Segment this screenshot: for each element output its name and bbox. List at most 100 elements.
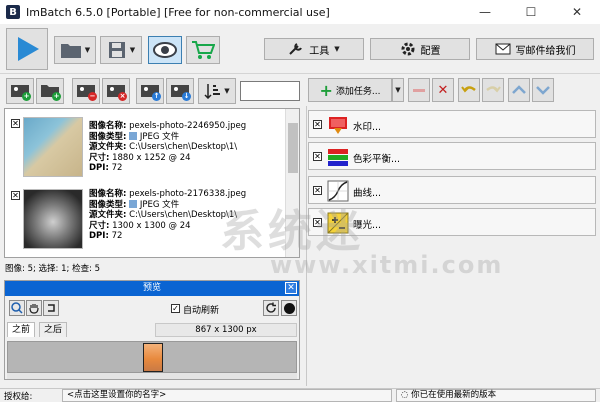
rotate-button[interactable] bbox=[43, 300, 59, 316]
task-label: 曲线... bbox=[353, 188, 382, 199]
task-item-exposure[interactable]: ✕ 曝光... bbox=[308, 208, 596, 236]
version-status: ◌ 你已在使用最新的版本 bbox=[396, 389, 596, 402]
refresh-button[interactable] bbox=[263, 300, 279, 316]
chevron-down-icon: ▼ bbox=[129, 46, 136, 54]
add-task-button[interactable]: + 添加任务... bbox=[308, 78, 392, 102]
sort-button[interactable]: ▼ bbox=[198, 78, 236, 104]
chevron-down-icon: ▼ bbox=[84, 46, 91, 54]
app-logo-icon: B bbox=[6, 5, 20, 19]
tab-before[interactable]: 之前 bbox=[7, 322, 36, 337]
circle-icon bbox=[283, 302, 295, 314]
task-down-button[interactable] bbox=[532, 78, 554, 102]
image-folder: C:\Users\chen\Desktop\1\ bbox=[129, 142, 238, 152]
close-icon: × bbox=[118, 92, 127, 101]
tools-menu-button[interactable]: 工具 ▼ bbox=[264, 38, 364, 60]
add-task-label: 添加任务... bbox=[335, 86, 381, 97]
scrollbar-thumb[interactable] bbox=[288, 123, 298, 173]
auto-refresh-checkbox[interactable]: ✓ bbox=[171, 304, 180, 313]
file-icon bbox=[129, 132, 138, 140]
buy-button[interactable] bbox=[186, 36, 220, 64]
redo-icon bbox=[486, 86, 501, 93]
task-checkbox[interactable]: ✕ bbox=[313, 120, 322, 129]
pan-button[interactable] bbox=[26, 300, 42, 316]
remove-task-button[interactable] bbox=[408, 78, 430, 102]
update-icon: ◌ bbox=[401, 390, 409, 400]
image-thumbnail bbox=[23, 117, 83, 177]
task-checkbox[interactable]: ✕ bbox=[313, 218, 322, 227]
add-folder-button[interactable]: + bbox=[36, 78, 64, 104]
title-bar: B ImBatch 6.5.0 [Portable] [Free for non… bbox=[0, 0, 600, 24]
maximize-button[interactable]: ☐ bbox=[508, 0, 554, 24]
list-item[interactable]: ✕ 图像名称: pexels-photo-2176338.jpeg 图像类型: … bbox=[5, 185, 285, 253]
tab-after[interactable]: 之后 bbox=[39, 322, 68, 337]
chevron-down-icon bbox=[536, 86, 550, 95]
list-item[interactable]: ✕ 图像名称: pexels-photo-2246950.jpeg 图像类型: … bbox=[5, 113, 285, 181]
arrow-up-icon: ↑ bbox=[152, 92, 161, 101]
task-item-curves[interactable]: ✕ 曲线... bbox=[308, 176, 596, 204]
image-checkbox[interactable]: ✕ bbox=[11, 119, 20, 128]
exposure-icon bbox=[327, 212, 349, 234]
config-button[interactable]: 配置 bbox=[370, 38, 470, 60]
add-task-dropdown[interactable]: ▼ bbox=[392, 78, 404, 102]
image-type: JPEG 文件 bbox=[139, 131, 180, 142]
task-label: 色彩平衡... bbox=[353, 154, 401, 165]
delete-task-button[interactable]: ✕ bbox=[432, 78, 454, 102]
rotate-icon bbox=[48, 304, 55, 312]
shopping-cart-icon bbox=[192, 41, 215, 59]
image-checkbox[interactable]: ✕ bbox=[11, 191, 20, 200]
task-label: 水印... bbox=[353, 122, 382, 133]
minimize-button[interactable]: — bbox=[462, 0, 508, 24]
chevron-down-icon: ▼ bbox=[395, 86, 401, 94]
task-checkbox[interactable]: ✕ bbox=[313, 152, 322, 161]
preview-canvas[interactable] bbox=[7, 341, 297, 373]
remove-image-button[interactable]: − bbox=[72, 78, 100, 104]
status-bar: 授权给: <点击这里设置你的名字> ◌ 你已在使用最新的版本 bbox=[0, 388, 600, 402]
curves-icon bbox=[327, 180, 349, 202]
redo-button[interactable] bbox=[482, 78, 504, 102]
task-item-watermark[interactable]: ✕ 水印... bbox=[308, 110, 596, 138]
preview-close-button[interactable]: ✕ bbox=[285, 282, 297, 294]
save-button[interactable]: ▼ bbox=[100, 36, 142, 64]
undo-icon bbox=[461, 86, 476, 93]
run-button[interactable] bbox=[6, 28, 48, 70]
image-folder: C:\Users\chen\Desktop\1\ bbox=[129, 210, 238, 220]
image-name: pexels-photo-2246950.jpeg bbox=[129, 121, 247, 131]
license-name-field[interactable]: <点击这里设置你的名字> bbox=[62, 389, 392, 402]
preview-toggle-button[interactable] bbox=[148, 36, 182, 64]
folder-icon bbox=[60, 44, 81, 58]
close-button[interactable]: ✕ bbox=[554, 0, 600, 24]
preview-title: 预览 bbox=[142, 283, 161, 293]
wrench-icon bbox=[289, 43, 303, 55]
zoom-icon bbox=[11, 302, 23, 314]
zoom-button[interactable] bbox=[9, 300, 25, 316]
image-size: 1880 x 1252 @ 24 bbox=[112, 152, 191, 163]
refresh-icon bbox=[266, 302, 276, 313]
task-checkbox[interactable]: ✕ bbox=[313, 186, 322, 195]
image-list[interactable]: ✕ 图像名称: pexels-photo-2246950.jpeg 图像类型: … bbox=[4, 108, 300, 258]
file-icon bbox=[129, 200, 138, 208]
email-us-button[interactable]: 写邮件给我们 bbox=[476, 38, 594, 60]
clear-images-button[interactable]: × bbox=[102, 78, 130, 104]
move-up-button[interactable]: ↑ bbox=[136, 78, 164, 104]
color-balance-icon bbox=[328, 149, 348, 166]
image-name: pexels-photo-2176338.jpeg bbox=[129, 189, 247, 199]
minus-icon: − bbox=[88, 92, 97, 101]
preview-scrollbar[interactable] bbox=[7, 373, 297, 379]
move-down-button[interactable]: ↓ bbox=[166, 78, 194, 104]
image-type: JPEG 文件 bbox=[139, 199, 180, 210]
task-item-color-balance[interactable]: ✕ 色彩平衡... bbox=[308, 142, 596, 170]
undo-button[interactable] bbox=[458, 78, 480, 102]
play-icon bbox=[18, 37, 39, 61]
add-image-button[interactable]: + bbox=[6, 78, 34, 104]
search-input[interactable] bbox=[240, 81, 300, 101]
minus-icon bbox=[413, 88, 425, 92]
auto-refresh-label: 自动刷新 bbox=[183, 306, 220, 316]
image-dpi: 72 bbox=[111, 231, 123, 241]
task-up-button[interactable] bbox=[508, 78, 530, 102]
preview-header: 预览 ✕ bbox=[5, 281, 299, 296]
color-button[interactable] bbox=[281, 300, 297, 316]
list-scrollbar[interactable] bbox=[285, 109, 299, 257]
open-folder-button[interactable]: ▼ bbox=[54, 36, 96, 64]
eye-icon bbox=[153, 42, 177, 58]
envelope-icon bbox=[495, 43, 510, 55]
